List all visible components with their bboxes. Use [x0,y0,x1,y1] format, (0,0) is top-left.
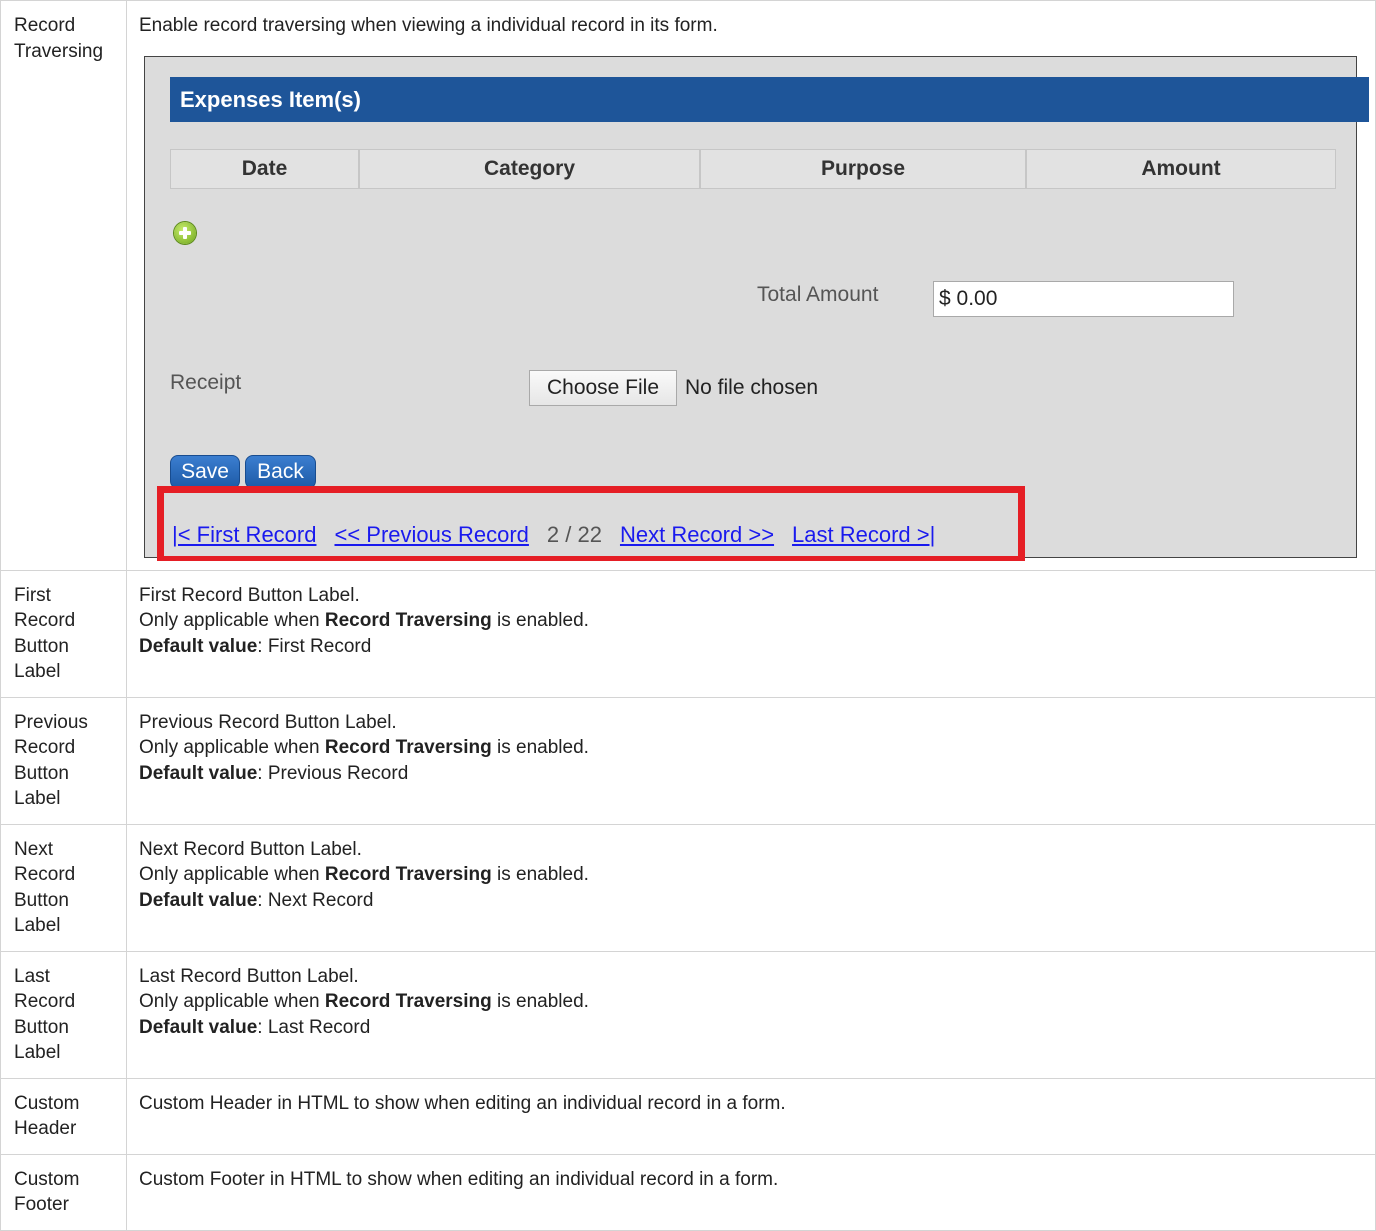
property-description: Previous Record Button Label. [139,711,397,733]
add-row-icon[interactable] [174,221,196,244]
row-custom-header: Custom Header Custom Header in HTML to s… [0,1077,1376,1155]
default-text: : Next Record [257,889,374,911]
default-text: : Last Record [257,1016,371,1038]
applicability-note: Only applicable when Record Traversing i… [139,989,1363,1015]
note-suffix: is enabled. [491,991,589,1012]
note-bold: Record Traversing [324,610,492,631]
note-bold: Record Traversing [324,737,492,758]
row-record-traversing: Record Traversing Enable record traversi… [0,0,1376,571]
record-navigation: |< First Record << Previous Record 2 / 22 N… [172,522,953,548]
property-description: Custom Header in HTML to show when editi… [126,1077,1376,1155]
default-label: Default value [139,889,258,911]
property-description-cell: Next Record Button Label. Only applicabl… [126,823,1376,952]
total-amount-label: Total Amount [757,282,879,306]
applicability-note: Only applicable when Record Traversing i… [139,862,1363,888]
column-purpose: Purpose [700,148,1026,189]
default-text: : First Record [257,635,372,657]
next-record-link[interactable]: Next Record >> [620,522,774,547]
save-button[interactable]: Save [170,454,240,489]
first-record-link[interactable]: |< First Record [172,522,316,547]
record-count: 2 / 22 [546,521,602,547]
property-description: Last Record Button Label. [139,965,359,987]
default-text: : Previous Record [257,762,409,784]
last-record-link[interactable]: Last Record >| [792,522,935,547]
applicability-note: Only applicable when Record Traversing i… [139,608,1363,634]
column-amount: Amount [1026,148,1336,189]
choose-file-button[interactable]: Choose File [529,369,677,406]
property-name: Custom Header [0,1077,127,1155]
property-description: Enable record traversing when viewing a … [139,15,718,36]
property-name: Last Record Button Label [0,950,127,1079]
note-suffix: is enabled. [491,737,589,758]
property-description: Next Record Button Label. [139,838,362,860]
back-button[interactable]: Back [245,454,316,489]
note-prefix: Only applicable when [139,610,325,631]
column-date: Date [170,148,359,189]
note-bold: Record Traversing [324,991,492,1012]
default-value: Default value: Next Record [139,888,1363,914]
property-name: Previous Record Button Label [0,696,127,825]
note-bold: Record Traversing [324,864,492,885]
row-next-record-label: Next Record Button Label Next Record But… [0,823,1376,952]
note-prefix: Only applicable when [139,991,325,1012]
default-label: Default value [139,762,258,784]
row-first-record-label: First Record Button Label First Record B… [0,569,1376,698]
note-suffix: is enabled. [491,864,589,885]
properties-table: Record Traversing Enable record traversi… [0,0,1376,1231]
property-description-cell: Enable record traversing when viewing a … [126,0,1376,571]
grid-header: Date Category Purpose Amount [170,148,1336,189]
property-name: Record Traversing [0,0,127,571]
default-label: Default value [139,635,258,657]
property-name: Next Record Button Label [0,823,127,952]
row-last-record-label: Last Record Button Label Last Record But… [0,950,1376,1079]
form-screenshot: Expenses Item(s) Date Category Purpose A… [144,55,1369,561]
previous-record-link[interactable]: << Previous Record [334,522,528,547]
note-prefix: Only applicable when [139,864,325,885]
default-value: Default value: Previous Record [139,761,1363,787]
property-description-cell: First Record Button Label. Only applicab… [126,569,1376,698]
total-amount-input[interactable] [933,280,1234,317]
column-category: Category [359,148,700,189]
section-title: Expenses Item(s) [170,76,1369,122]
default-label: Default value [139,1016,258,1038]
property-name: First Record Button Label [0,569,127,698]
property-description-cell: Last Record Button Label. Only applicabl… [126,950,1376,1079]
property-description-cell: Previous Record Button Label. Only appli… [126,696,1376,825]
receipt-label: Receipt [170,370,242,394]
applicability-note: Only applicable when Record Traversing i… [139,735,1363,761]
row-previous-record-label: Previous Record Button Label Previous Re… [0,696,1376,825]
default-value: Default value: First Record [139,634,1363,660]
note-prefix: Only applicable when [139,737,325,758]
property-description: First Record Button Label. [139,584,360,606]
note-suffix: is enabled. [491,610,589,631]
default-value: Default value: Last Record [139,1015,1363,1041]
no-file-text: No file chosen [685,375,819,399]
